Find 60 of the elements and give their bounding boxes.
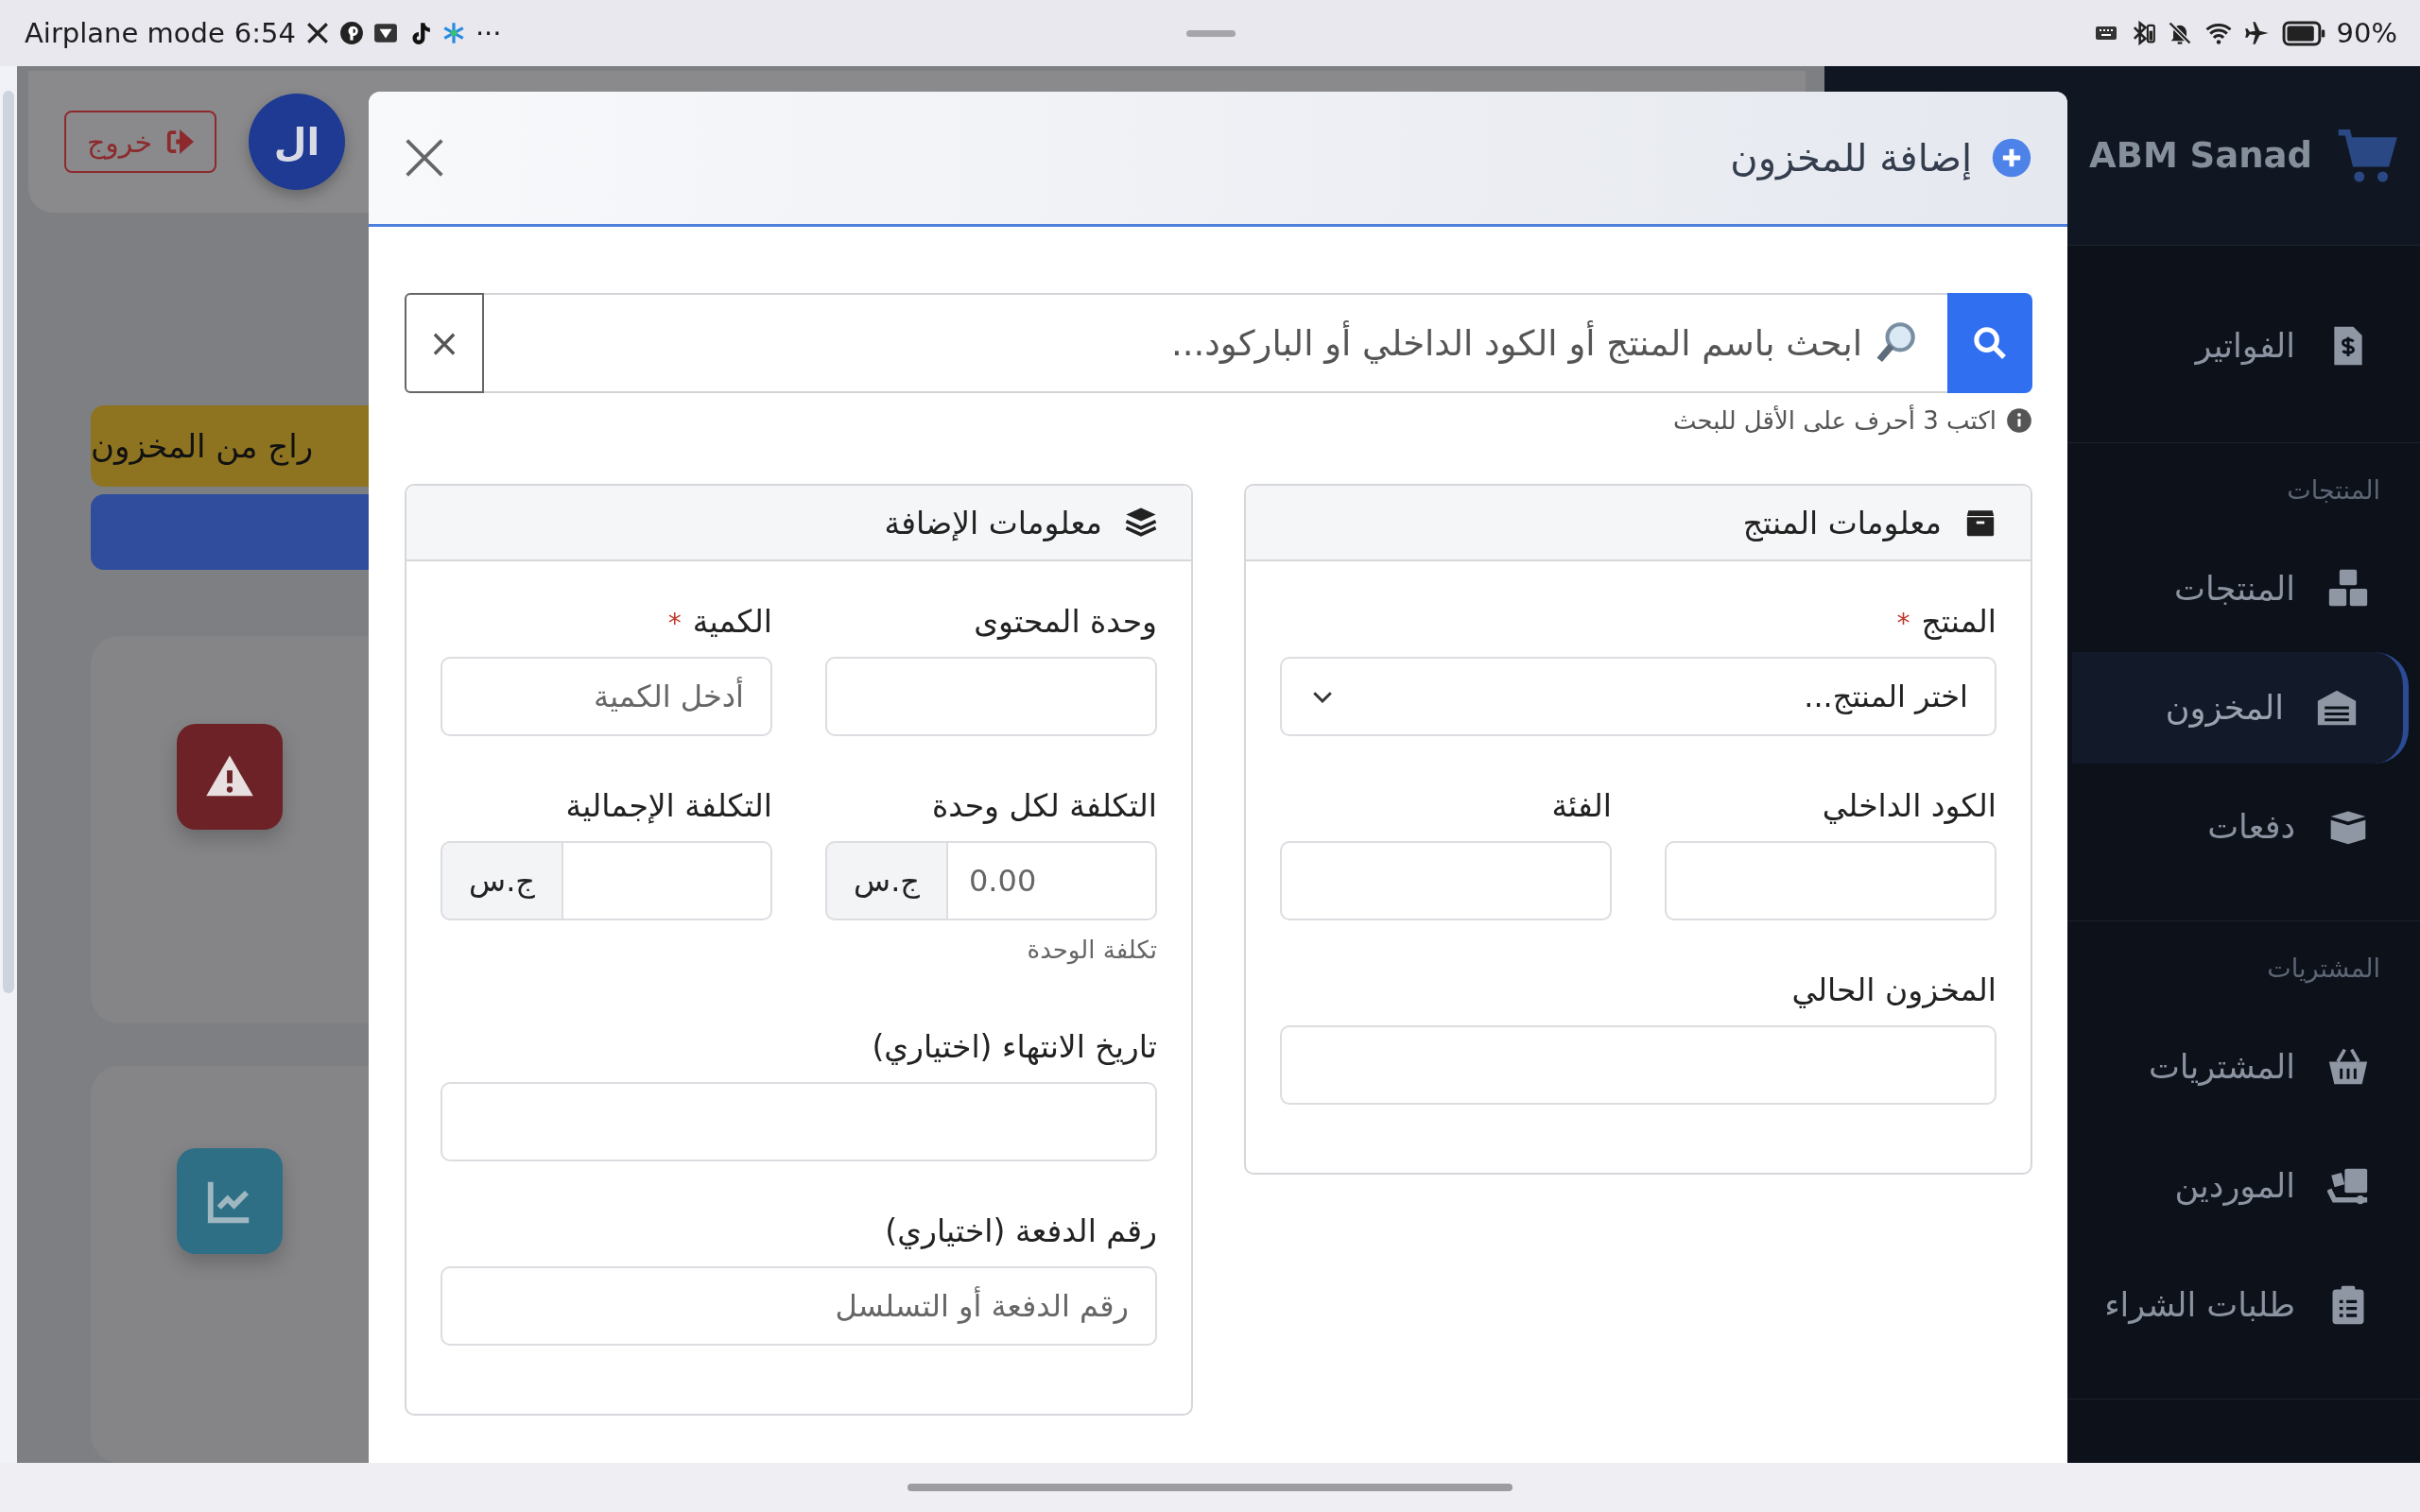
input-field[interactable] [562, 841, 772, 920]
search-field[interactable]: ابحث باسم المنتج أو الكود الداخلي أو الباركود... [484, 293, 1947, 393]
sidebar-item[interactable]: المخزون [2072, 652, 2409, 764]
card-icon [1125, 507, 1157, 539]
select-field[interactable]: اختر المنتج... [1280, 657, 1996, 736]
info-icon [2006, 407, 2032, 434]
card-title: معلومات الإضافة [884, 504, 1102, 541]
input-field[interactable] [825, 657, 1157, 736]
action-button[interactable] [91, 494, 369, 570]
field-label: التكلفة الإجمالية [565, 787, 772, 824]
sidebar-item[interactable]: الموردين [2072, 1126, 2420, 1246]
cross-icon [304, 21, 330, 45]
required-mark: * [667, 608, 682, 639]
sidebar-item[interactable]: المنتجات [2072, 529, 2420, 648]
pin-icon [338, 21, 364, 45]
hint-text: اكتب 3 أحرف على الأقل للبحث [1672, 406, 1996, 435]
field-label: الفئة [1551, 787, 1612, 824]
drag-handle [1186, 29, 1236, 37]
help-text: تكلفة الوحدة [1026, 936, 1157, 964]
more-text: ··· [475, 17, 502, 49]
sidebar-item[interactable]: طلبات الشراء [2072, 1246, 2420, 1365]
square-icon [372, 21, 398, 45]
field-label: تاريخ الانتهاء (اختياري) [872, 1028, 1157, 1065]
field-label: رقم الدفعة (اختياري) [885, 1212, 1157, 1249]
input-field[interactable] [1280, 1025, 1996, 1105]
field-label: الكود الداخلي [1822, 787, 1996, 824]
battery-text: 90% [2336, 17, 2397, 49]
battery-icon [2281, 20, 2325, 46]
required-mark: * [1896, 608, 1910, 639]
field-label: المنتج [1921, 603, 1996, 640]
sidebar-item[interactable]: الفواتير [2072, 286, 2420, 405]
section-heading: المنتجات [2286, 474, 2381, 507]
currency-addon: ج.س [441, 841, 562, 920]
input-field[interactable]: أدخل الكمية [441, 657, 772, 736]
sidebar-item[interactable]: المشتريات [2072, 1007, 2420, 1126]
plus-icon [1991, 137, 2032, 179]
currency-addon: ج.س [825, 841, 946, 920]
input-field[interactable] [441, 1082, 1157, 1161]
clear-button[interactable]: × [405, 293, 484, 393]
clock-text: 6:54 [233, 17, 296, 49]
field-label: الكمية [692, 603, 772, 640]
status-text: Airplane mode [25, 17, 225, 49]
avatar[interactable]: ال [248, 94, 345, 190]
modal-title: إضافة للمخزون [1729, 136, 1972, 180]
stock-out-button[interactable]: راج من المخزون [91, 405, 369, 487]
input-field[interactable] [1280, 841, 1612, 920]
logout-icon [164, 128, 194, 156]
input-field[interactable]: 0.00 [946, 841, 1157, 920]
bell-off-icon [2166, 20, 2193, 46]
section-heading: المشتريات [2266, 953, 2381, 986]
sidebar-item[interactable]: دفعات [2072, 767, 2420, 886]
field-label: المخزون الحالي [1791, 971, 1996, 1008]
search-button[interactable] [1947, 293, 2032, 393]
close-icon[interactable] [404, 137, 445, 179]
field-label: وحدة المحتوى [974, 603, 1157, 640]
brand-name: ABM Sanad [2089, 135, 2312, 176]
input-field[interactable]: رقم الدفعة أو التسلسل [441, 1266, 1157, 1346]
field-label: التكلفة لكل وحدة [932, 787, 1157, 824]
input-field[interactable] [1665, 841, 1996, 920]
card-title: معلومات المنتج [1742, 504, 1942, 541]
